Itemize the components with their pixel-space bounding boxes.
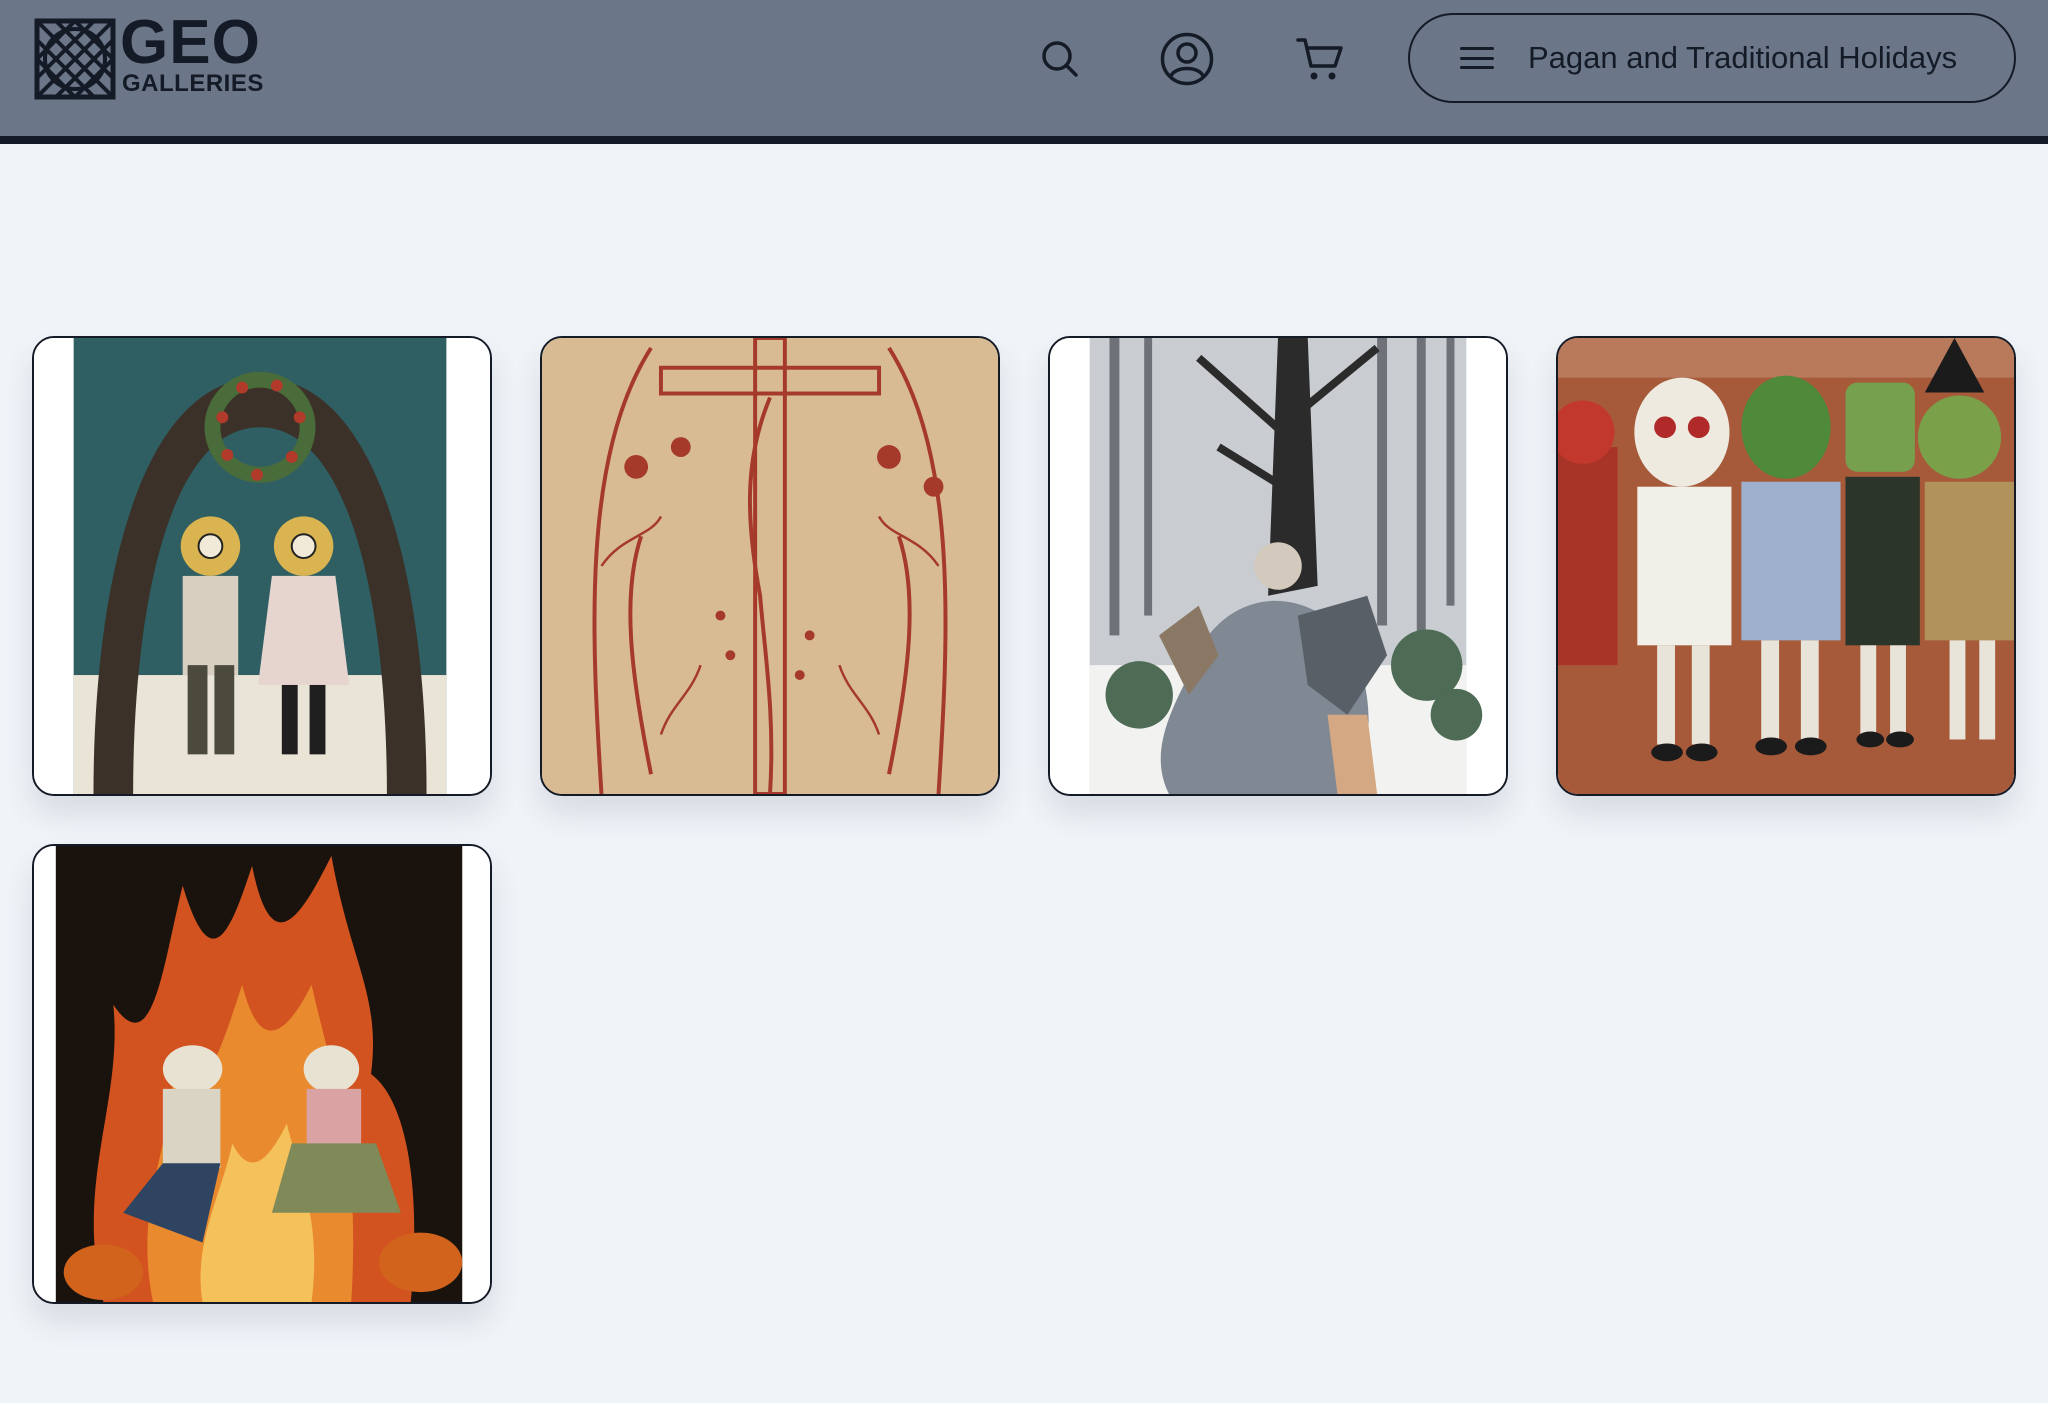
artwork-image-winter-forest-wolf — [1050, 338, 1506, 794]
search-button[interactable] — [1031, 30, 1089, 88]
logo-lattice-icon — [34, 18, 116, 100]
artwork-image-winter-wreath — [34, 338, 490, 794]
geo-galleries-logo[interactable]: GEO GALLERIES — [34, 12, 264, 100]
artwork-image-bonfire-dancers — [34, 846, 490, 1302]
site-header: GEO GALLERIES Pagan and Traditional Holi… — [0, 0, 2048, 144]
category-menu-label: Pagan and Traditional Holidays — [1528, 40, 1958, 75]
shopping-cart-icon — [1296, 38, 1343, 80]
cart-button[interactable] — [1291, 30, 1349, 88]
logo-title: GEO — [120, 8, 261, 77]
artwork-card[interactable] — [1556, 336, 2016, 796]
artwork-image-red-ink-crucifix — [542, 338, 998, 794]
logo-subtitle: GALLERIES — [122, 70, 264, 97]
artwork-image-halloween-masks — [1558, 338, 2014, 794]
account-button[interactable] — [1158, 30, 1216, 88]
search-icon — [1042, 41, 1078, 77]
artwork-card[interactable] — [1048, 336, 1508, 796]
account-circle-icon — [1160, 32, 1214, 86]
artwork-card[interactable] — [540, 336, 1000, 796]
hamburger-menu-icon — [1460, 44, 1494, 72]
artwork-card[interactable] — [32, 336, 492, 796]
category-menu-button[interactable]: Pagan and Traditional Holidays — [1408, 13, 2016, 103]
artwork-card[interactable] — [32, 844, 492, 1304]
